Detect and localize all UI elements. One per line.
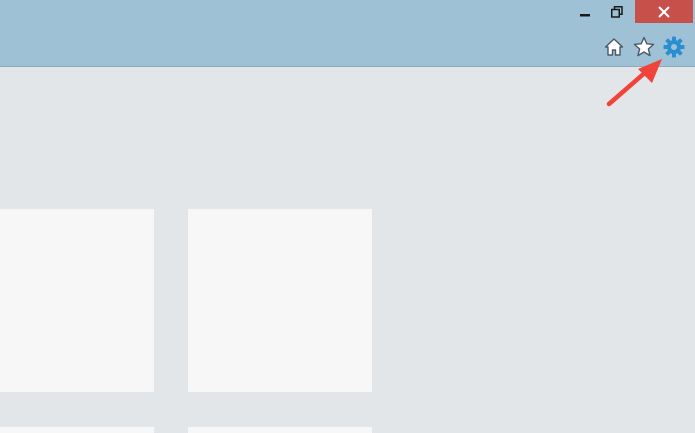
home-icon — [604, 38, 624, 56]
tile[interactable] — [188, 427, 372, 433]
minimize-icon — [580, 13, 590, 16]
tools-button[interactable] — [663, 36, 685, 58]
browser-window — [0, 0, 695, 433]
close-icon — [658, 5, 670, 18]
close-button[interactable] — [635, 0, 693, 23]
title-bar — [0, 0, 695, 67]
minimize-button[interactable] — [570, 0, 600, 23]
annotation-arrow — [606, 59, 662, 107]
tile[interactable] — [0, 427, 154, 433]
gear-icon — [663, 36, 685, 58]
restore-button[interactable] — [602, 0, 632, 23]
star-icon — [633, 36, 655, 57]
home-button[interactable] — [603, 36, 625, 58]
restore-icon — [611, 5, 623, 18]
tile[interactable] — [0, 209, 154, 392]
tile[interactable] — [188, 209, 372, 392]
favorites-button[interactable] — [633, 36, 655, 58]
